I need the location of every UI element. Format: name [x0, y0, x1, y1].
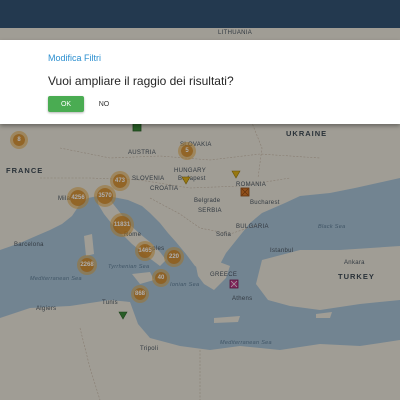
pink-square-marker-icon[interactable] — [229, 279, 239, 289]
label-istanbul: Istanbul — [270, 248, 294, 254]
map-cluster[interactable]: 40 — [155, 272, 167, 284]
label-tripoli: Tripoli — [140, 346, 159, 352]
yellow-triangle-marker-icon[interactable] — [181, 176, 191, 185]
label-austria: AUSTRIA — [128, 150, 157, 156]
label-barcelona: Barcelona — [14, 242, 44, 248]
map-cluster[interactable]: 8 — [13, 134, 25, 146]
map-cluster[interactable]: 4256 — [70, 190, 86, 206]
map-cluster[interactable]: 5 — [181, 145, 193, 157]
label-hungary: HUNGARY — [174, 168, 206, 174]
ok-button[interactable]: OK — [48, 96, 84, 112]
label-croatia: CROATIA — [150, 186, 179, 192]
app-top-bar — [0, 0, 400, 28]
label-slovenia: SLOVENIA — [132, 176, 165, 182]
map-cluster[interactable]: 2268 — [80, 258, 94, 272]
label-mediterranean-east: Mediterranean Sea — [220, 340, 272, 346]
map-cluster[interactable]: 473 — [113, 174, 127, 188]
map-cluster[interactable]: 1465 — [138, 244, 152, 258]
label-sofia: Sofia — [216, 232, 232, 238]
map-cluster[interactable]: 11831 — [113, 216, 131, 234]
label-rome: Rome — [124, 232, 142, 238]
label-ionian-sea: Ionian Sea — [170, 282, 200, 288]
label-ankara: Ankara — [344, 260, 365, 266]
orange-square-marker-icon[interactable] — [240, 187, 250, 197]
label-france: FRANCE — [6, 166, 44, 175]
map-cluster[interactable]: 868 — [134, 288, 146, 300]
label-bucharest: Bucharest — [250, 200, 280, 206]
map-cluster[interactable]: 220 — [167, 250, 181, 264]
no-button[interactable]: NO — [92, 96, 116, 112]
label-turkey: TURKEY — [338, 272, 375, 281]
label-mediterranean-west: Mediterranean Sea — [30, 276, 82, 282]
label-black-sea: Black Sea — [318, 224, 346, 230]
dialog-title: Modifica Filtri — [48, 53, 102, 63]
dialog-message: Vuoi ampliare il raggio dei risultati? — [48, 74, 234, 88]
label-algiers: Algiers — [36, 306, 57, 312]
label-belgrade: Belgrade — [194, 198, 221, 204]
label-ukraine: UKRAINE — [286, 129, 328, 138]
green-triangle-marker-icon[interactable] — [118, 311, 128, 320]
yellow-triangle-marker-icon[interactable] — [231, 170, 241, 179]
label-greece: GREECE — [210, 272, 238, 278]
map-cluster[interactable]: 3570 — [97, 188, 113, 204]
label-tyrrhenian-sea: Tyrrhenian Sea — [108, 264, 150, 270]
label-athens: Athens — [232, 296, 253, 302]
label-serbia: SERBIA — [198, 208, 222, 214]
label-bulgaria: BULGARIA — [236, 224, 269, 230]
label-tunis: Tunis — [102, 300, 118, 306]
label-lithuania: LITHUANIA — [218, 30, 253, 36]
